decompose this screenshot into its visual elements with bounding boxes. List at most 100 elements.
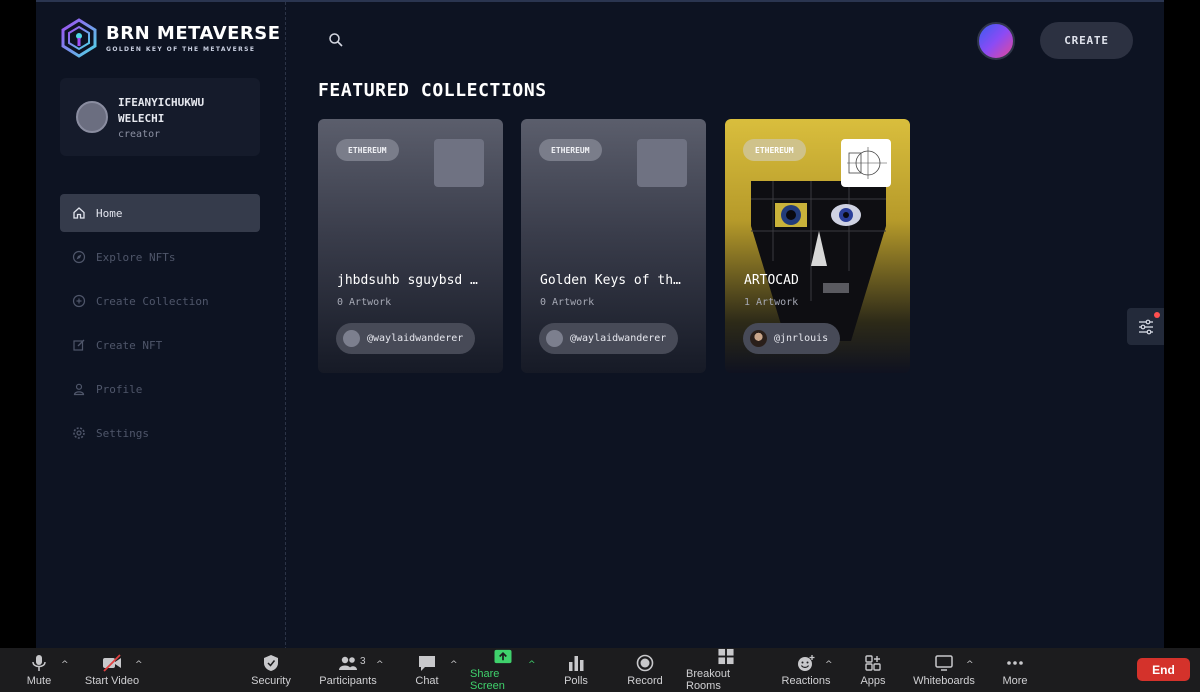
smiley-icon <box>798 654 815 671</box>
owner-avatar <box>750 330 767 347</box>
participants-count: 3 <box>360 656 366 667</box>
more-label: More <box>1002 674 1028 687</box>
chain-badge: ETHEREUM <box>539 139 602 161</box>
owner-pill[interactable]: @waylaidwanderer <box>539 323 679 354</box>
artwork-count: 1 Artwork <box>744 297 799 308</box>
sidebar-item-explore-nfts[interactable]: Explore NFTs <box>60 238 260 276</box>
collection-name: ARTOCAD <box>744 273 799 288</box>
reactions-options-caret[interactable]: ^ <box>825 660 833 670</box>
sidebar: BRN METAVERSE GOLDEN KEY OF THE METAVERS… <box>36 2 286 650</box>
whiteboards-label: Whiteboards <box>913 674 975 687</box>
filter-button[interactable] <box>1127 308 1164 345</box>
sidebar-item-create-collection[interactable]: Create Collection <box>60 282 260 320</box>
start-video-button[interactable]: Start Video <box>84 648 140 692</box>
chat-options-caret[interactable]: ^ <box>450 660 458 670</box>
sidebar-item-home[interactable]: Home <box>60 194 260 232</box>
mute-options-caret[interactable]: ^ <box>61 660 69 670</box>
whiteboards-options-caret[interactable]: ^ <box>966 660 974 670</box>
sidebar-item-settings[interactable]: Settings <box>60 414 260 452</box>
participants-icon <box>339 656 357 670</box>
owner-pill[interactable]: @waylaidwanderer <box>336 323 476 354</box>
sliders-icon <box>1138 319 1153 334</box>
edit-icon <box>73 339 85 351</box>
collection-card[interactable]: ETHEREUM Golden Keys of th… 0 Artwork @w… <box>521 119 706 373</box>
security-label: Security <box>251 674 291 687</box>
profile-name: IFEANYICHUKWU WELECHI <box>118 95 205 125</box>
participants-label: Participants <box>319 674 377 687</box>
sidebar-item-label: Create NFT <box>96 338 163 352</box>
end-meeting-button[interactable]: End <box>1137 658 1190 681</box>
chat-icon <box>419 655 435 671</box>
brand-logo[interactable]: BRN METAVERSE GOLDEN KEY OF THE METAVERS… <box>60 18 281 58</box>
apps-button[interactable]: Apps <box>858 648 888 692</box>
artwork-count: 0 Artwork <box>337 297 392 308</box>
collection-name: Golden Keys of th… <box>540 273 681 288</box>
compass-icon <box>72 250 86 264</box>
breakout-rooms-label: Breakout Rooms <box>686 668 731 692</box>
profile-card[interactable]: IFEANYICHUKWU WELECHI creator <box>60 78 260 156</box>
collection-card[interactable]: ETHEREUM jhbdsuhb sguybsd … 0 Artwork @w… <box>318 119 503 373</box>
chat-button[interactable]: Chat <box>413 648 441 692</box>
polls-label: Polls <box>564 674 588 687</box>
share-screen-label: Share Screen <box>470 668 505 692</box>
chain-badge: ETHEREUM <box>743 139 806 161</box>
reactions-label: Reactions <box>781 674 831 687</box>
share-screen-button[interactable]: Share Screen <box>470 648 536 692</box>
owner-avatar <box>343 330 360 347</box>
apps-icon <box>865 654 881 671</box>
profile-role: creator <box>118 128 161 140</box>
zoom-toolbar: Mute ^ Start Video ^ Security Participan… <box>0 648 1200 692</box>
blueprint-thumbnail-icon <box>842 140 890 186</box>
more-button[interactable]: More <box>1000 648 1030 692</box>
polls-button[interactable]: Polls <box>562 648 590 692</box>
video-off-icon <box>103 653 121 672</box>
mute-label: Mute <box>26 674 52 687</box>
sidebar-item-create-nft[interactable]: Create NFT <box>60 326 260 364</box>
record-button[interactable]: Record <box>626 648 664 692</box>
sidebar-nav: Home Explore NFTs Create Collection Crea… <box>60 194 260 458</box>
gear-icon <box>73 427 85 439</box>
mute-button[interactable]: Mute <box>24 648 54 692</box>
microphone-icon <box>32 654 46 671</box>
chain-badge: ETHEREUM <box>336 139 399 161</box>
avatar <box>76 101 108 133</box>
whiteboard-icon <box>935 654 953 671</box>
chat-label: Chat <box>415 674 439 687</box>
participants-button[interactable]: Participants <box>318 648 378 692</box>
brand-subtitle: GOLDEN KEY OF THE METAVERSE <box>106 46 256 53</box>
brand-title: BRN METAVERSE <box>106 23 281 44</box>
sidebar-item-label: Explore NFTs <box>96 250 176 264</box>
apps-label: Apps <box>860 674 886 687</box>
owner-handle: @jnrlouis <box>774 333 829 344</box>
sidebar-item-label: Settings <box>96 426 149 440</box>
collection-thumbnail <box>637 139 687 187</box>
sidebar-item-profile[interactable]: Profile <box>60 370 260 408</box>
artwork-count: 0 Artwork <box>540 297 595 308</box>
collection-name: jhbdsuhb sguybsd … <box>337 273 478 288</box>
whiteboards-button[interactable]: Whiteboards <box>912 648 976 692</box>
breakout-rooms-icon <box>718 648 734 665</box>
user-avatar-button[interactable] <box>977 22 1015 60</box>
owner-handle: @waylaidwanderer <box>570 333 667 344</box>
search-icon[interactable] <box>328 32 344 48</box>
owner-handle: @waylaidwanderer <box>367 333 464 344</box>
plus-circle-icon <box>72 294 86 308</box>
home-icon <box>73 207 85 219</box>
notification-dot <box>1154 312 1160 318</box>
share-screen-icon <box>494 649 512 664</box>
polls-icon <box>569 655 584 671</box>
page-title: FEATURED COLLECTIONS <box>318 80 547 101</box>
sidebar-item-label: Home <box>96 206 123 220</box>
zoom-window: BRN METAVERSE GOLDEN KEY OF THE METAVERS… <box>0 0 1200 692</box>
owner-pill[interactable]: @jnrlouis <box>743 323 841 354</box>
sidebar-item-label: Profile <box>96 382 143 396</box>
video-options-caret[interactable]: ^ <box>135 660 143 670</box>
collection-card[interactable]: ETHEREUM ARTOCAD 1 Artwork @jnrlouis <box>725 119 910 373</box>
breakout-rooms-button[interactable]: Breakout Rooms <box>686 648 766 692</box>
security-button[interactable]: Security <box>250 648 292 692</box>
reactions-button[interactable]: Reactions <box>782 648 830 692</box>
share-options-caret[interactable]: ^ <box>528 660 536 670</box>
create-button[interactable]: CREATE <box>1040 22 1133 59</box>
participants-options-caret[interactable]: ^ <box>376 660 384 670</box>
record-label: Record <box>627 674 663 687</box>
